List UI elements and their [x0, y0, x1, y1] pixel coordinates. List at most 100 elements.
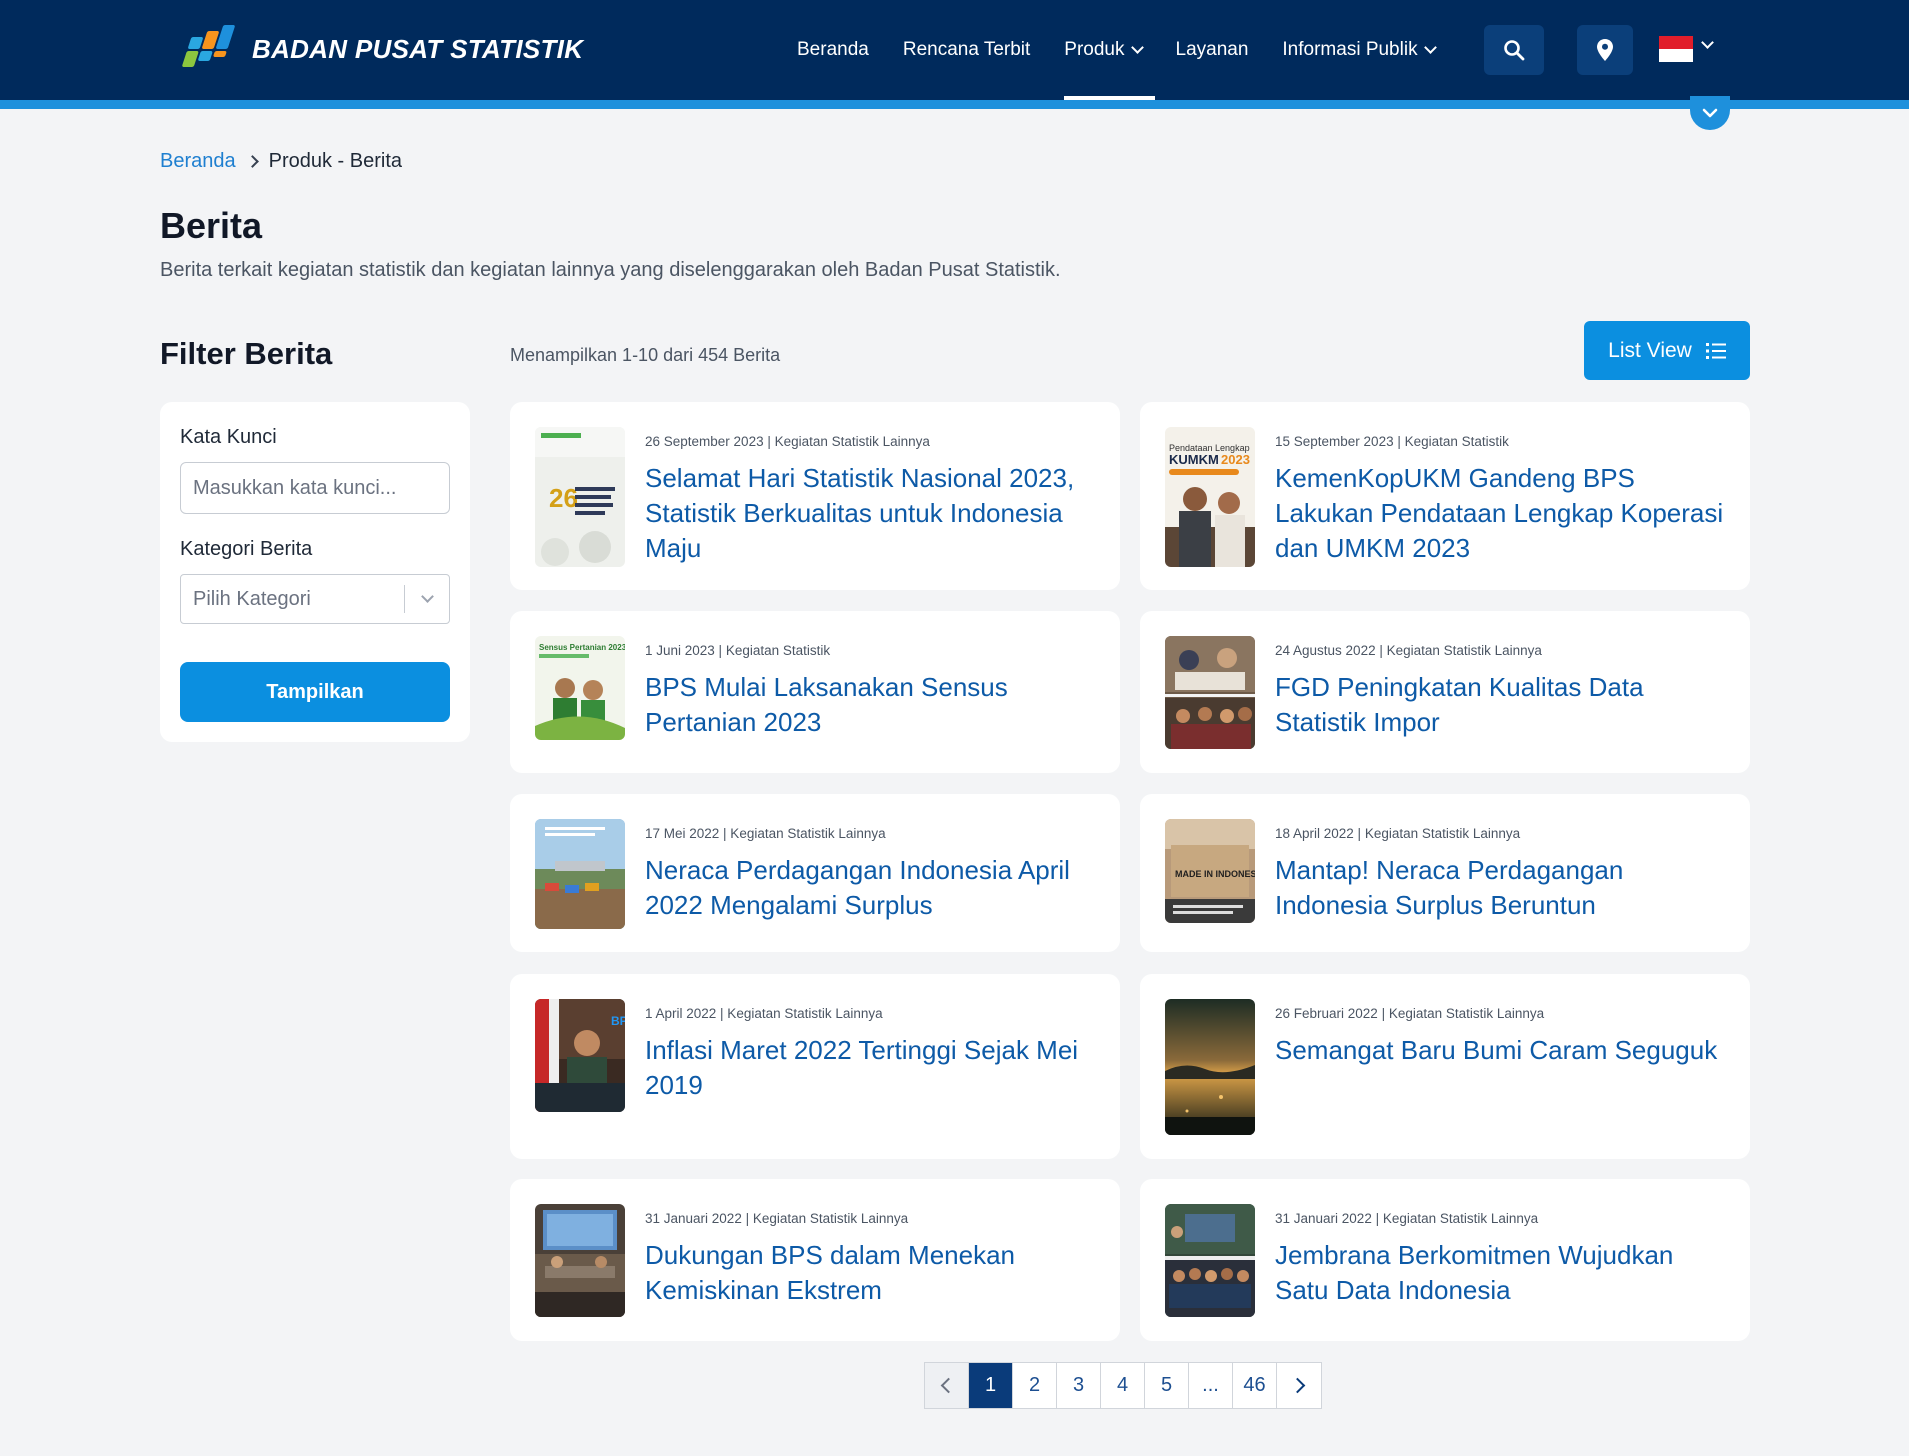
- collapse-header-button[interactable]: [1690, 96, 1730, 130]
- chevron-down-icon: [405, 590, 449, 603]
- svg-text:Sensus Pertanian 2023: Sensus Pertanian 2023: [539, 643, 625, 652]
- page-button[interactable]: 1: [969, 1363, 1013, 1408]
- nav-layanan[interactable]: Layanan: [1159, 0, 1266, 100]
- nav-label: Layanan: [1175, 39, 1249, 60]
- news-card[interactable]: Pendataan Lengkap KUMKM 2023 15 September …: [1140, 402, 1750, 590]
- news-meta: 24 Agustus 2022 | Kegiatan Statistik Lai…: [1275, 643, 1542, 658]
- nav-label: Informasi Publik: [1282, 39, 1418, 60]
- prev-page-button[interactable]: [925, 1363, 969, 1408]
- news-card[interactable]: 24 Agustus 2022 | Kegiatan Statistik Lai…: [1140, 611, 1750, 773]
- nav-rencana-terbit[interactable]: Rencana Terbit: [886, 0, 1047, 100]
- news-meta: 31 Januari 2022 | Kegiatan Statistik Lai…: [1275, 1211, 1539, 1226]
- nav-informasi-publik[interactable]: Informasi Publik: [1265, 0, 1451, 100]
- news-title[interactable]: Neraca Perdagangan Indonesia April 2022 …: [645, 853, 1100, 923]
- page-button[interactable]: 46: [1233, 1363, 1277, 1408]
- chevron-right-icon: [245, 155, 259, 168]
- svg-text:26: 26: [549, 483, 578, 513]
- news-title[interactable]: FGD Peningkatan Kualitas Data Statistik …: [1275, 670, 1730, 740]
- chevron-down-icon: [1130, 41, 1144, 54]
- category-label: Kategori Berita: [180, 538, 313, 560]
- news-meta: 17 Mei 2022 | Kegiatan Statistik Lainnya: [645, 826, 886, 841]
- news-title[interactable]: Selamat Hari Statistik Nasional 2023, St…: [645, 461, 1100, 566]
- category-select[interactable]: Pilih Kategori: [180, 574, 450, 624]
- keyword-label: Kata Kunci: [180, 426, 277, 448]
- svg-text:KUMKM: KUMKM: [1169, 452, 1219, 467]
- list-view-label: List View: [1608, 338, 1692, 362]
- news-card[interactable]: MADE IN INDONESIA 18 April 2022 | Kegiat…: [1140, 794, 1750, 952]
- news-title[interactable]: Dukungan BPS dalam Menekan Kemiskinan Ek…: [645, 1238, 1100, 1308]
- news-thumbnail: 26: [535, 427, 625, 567]
- page-button[interactable]: 2: [1013, 1363, 1057, 1408]
- news-meta: 31 Januari 2022 | Kegiatan Statistik Lai…: [645, 1211, 909, 1226]
- apply-filter-button[interactable]: Tampilkan: [180, 662, 450, 722]
- news-thumbnail: [1165, 636, 1255, 749]
- page-description: Berita terkait kegiatan statistik dan ke…: [160, 259, 1061, 281]
- news-meta: 1 April 2022 | Kegiatan Statistik Lainny…: [645, 1006, 883, 1021]
- breadcrumb: Beranda Produk - Berita: [160, 150, 402, 173]
- nav-label: Beranda: [797, 39, 869, 60]
- bps-logo[interactable]: BADAN PUSAT STATISTIK: [178, 23, 583, 75]
- page-button[interactable]: 4: [1101, 1363, 1145, 1408]
- news-card[interactable]: 17 Mei 2022 | Kegiatan Statistik Lainnya…: [510, 794, 1120, 952]
- chevron-left-icon: [940, 1377, 957, 1394]
- page-button[interactable]: 5: [1145, 1363, 1189, 1408]
- list-icon: [1705, 342, 1726, 359]
- svg-text:2023: 2023: [1221, 452, 1250, 467]
- news-title[interactable]: Inflasi Maret 2022 Tertinggi Sejak Mei 2…: [645, 1033, 1100, 1103]
- news-thumbnail: [1165, 999, 1255, 1135]
- top-navbar: BADAN PUSAT STATISTIK Beranda Rencana Te…: [0, 0, 1909, 100]
- news-thumbnail: [535, 819, 625, 929]
- news-card[interactable]: 26 Februari 2022 | Kegiatan Statistik La…: [1140, 974, 1750, 1159]
- results-count: Menampilkan 1-10 dari 454 Berita: [510, 345, 781, 365]
- category-select-value: Pilih Kategori: [193, 587, 311, 610]
- news-title[interactable]: Mantap! Neraca Perdagangan Indonesia Sur…: [1275, 853, 1730, 923]
- news-meta: 1 Juni 2023 | Kegiatan Statistik: [645, 643, 831, 658]
- indonesia-flag-icon[interactable]: [1659, 36, 1693, 62]
- chevron-right-icon: [1289, 1377, 1305, 1394]
- logo-text: BADAN PUSAT STATISTIK: [252, 33, 584, 64]
- news-thumbnail: MADE IN INDONESIA: [1165, 819, 1255, 923]
- location-button[interactable]: [1577, 25, 1633, 75]
- news-card[interactable]: BP 1 April 2022 | Kegiatan Statistik Lai…: [510, 974, 1120, 1159]
- location-pin-icon: [1597, 39, 1613, 61]
- nav-label: Rencana Terbit: [902, 39, 1031, 60]
- page-button[interactable]: 3: [1057, 1363, 1101, 1408]
- news-title[interactable]: KemenKopUKM Gandeng BPS Lakukan Pendataa…: [1275, 461, 1730, 566]
- news-thumbnail: [535, 1204, 625, 1317]
- keyword-input[interactable]: [180, 462, 450, 514]
- news-thumbnail: Sensus Pertanian 2023: [535, 636, 625, 740]
- news-card[interactable]: 31 Januari 2022 | Kegiatan Statistik Lai…: [510, 1179, 1120, 1341]
- news-title[interactable]: Jembrana Berkomitmen Wujudkan Satu Data …: [1275, 1238, 1730, 1308]
- news-meta: 15 September 2023 | Kegiatan Statistik: [1275, 434, 1509, 449]
- filter-panel: Kata Kunci Kategori Berita Pilih Kategor…: [160, 402, 470, 742]
- svg-text:BP: BP: [611, 1014, 625, 1028]
- list-view-button[interactable]: List View: [1584, 321, 1750, 380]
- pagination: 1 2 3 4 5 ... 46: [924, 1362, 1322, 1409]
- page-ellipsis: ...: [1189, 1363, 1233, 1408]
- news-thumbnail: Pendataan Lengkap KUMKM 2023: [1165, 427, 1255, 567]
- news-meta: 26 Februari 2022 | Kegiatan Statistik La…: [1275, 1006, 1545, 1021]
- main-nav: Beranda Rencana Terbit Produk Layanan In…: [780, 0, 1452, 100]
- search-icon: [1504, 40, 1525, 61]
- search-button[interactable]: [1484, 25, 1544, 75]
- news-title[interactable]: Semangat Baru Bumi Caram Seguguk: [1275, 1033, 1730, 1068]
- news-thumbnail: [1165, 1204, 1255, 1317]
- page-title: Berita: [160, 205, 263, 246]
- bps-logo-icon: [178, 23, 242, 75]
- news-card[interactable]: 26 26 September 2023 | Kegiatan Statisti…: [510, 402, 1120, 590]
- nav-produk[interactable]: Produk: [1047, 0, 1158, 100]
- chevron-down-icon: [1702, 108, 1718, 118]
- header-stripe: [0, 100, 1909, 109]
- chevron-down-icon[interactable]: [1701, 36, 1714, 49]
- nav-label: Produk: [1064, 39, 1125, 60]
- svg-text:MADE IN INDONESIA: MADE IN INDONESIA: [1175, 869, 1255, 879]
- breadcrumb-home[interactable]: Beranda: [160, 150, 236, 173]
- filter-title: Filter Berita: [160, 336, 333, 371]
- news-title[interactable]: BPS Mulai Laksanakan Sensus Pertanian 20…: [645, 670, 1100, 740]
- nav-beranda[interactable]: Beranda: [780, 0, 886, 100]
- news-card[interactable]: Sensus Pertanian 2023 1 Juni 2023 | Kegi…: [510, 611, 1120, 773]
- news-thumbnail: BP: [535, 999, 625, 1112]
- news-card[interactable]: 31 Januari 2022 | Kegiatan Statistik Lai…: [1140, 1179, 1750, 1341]
- next-page-button[interactable]: [1277, 1363, 1321, 1408]
- news-meta: 26 September 2023 | Kegiatan Statistik L…: [645, 434, 930, 449]
